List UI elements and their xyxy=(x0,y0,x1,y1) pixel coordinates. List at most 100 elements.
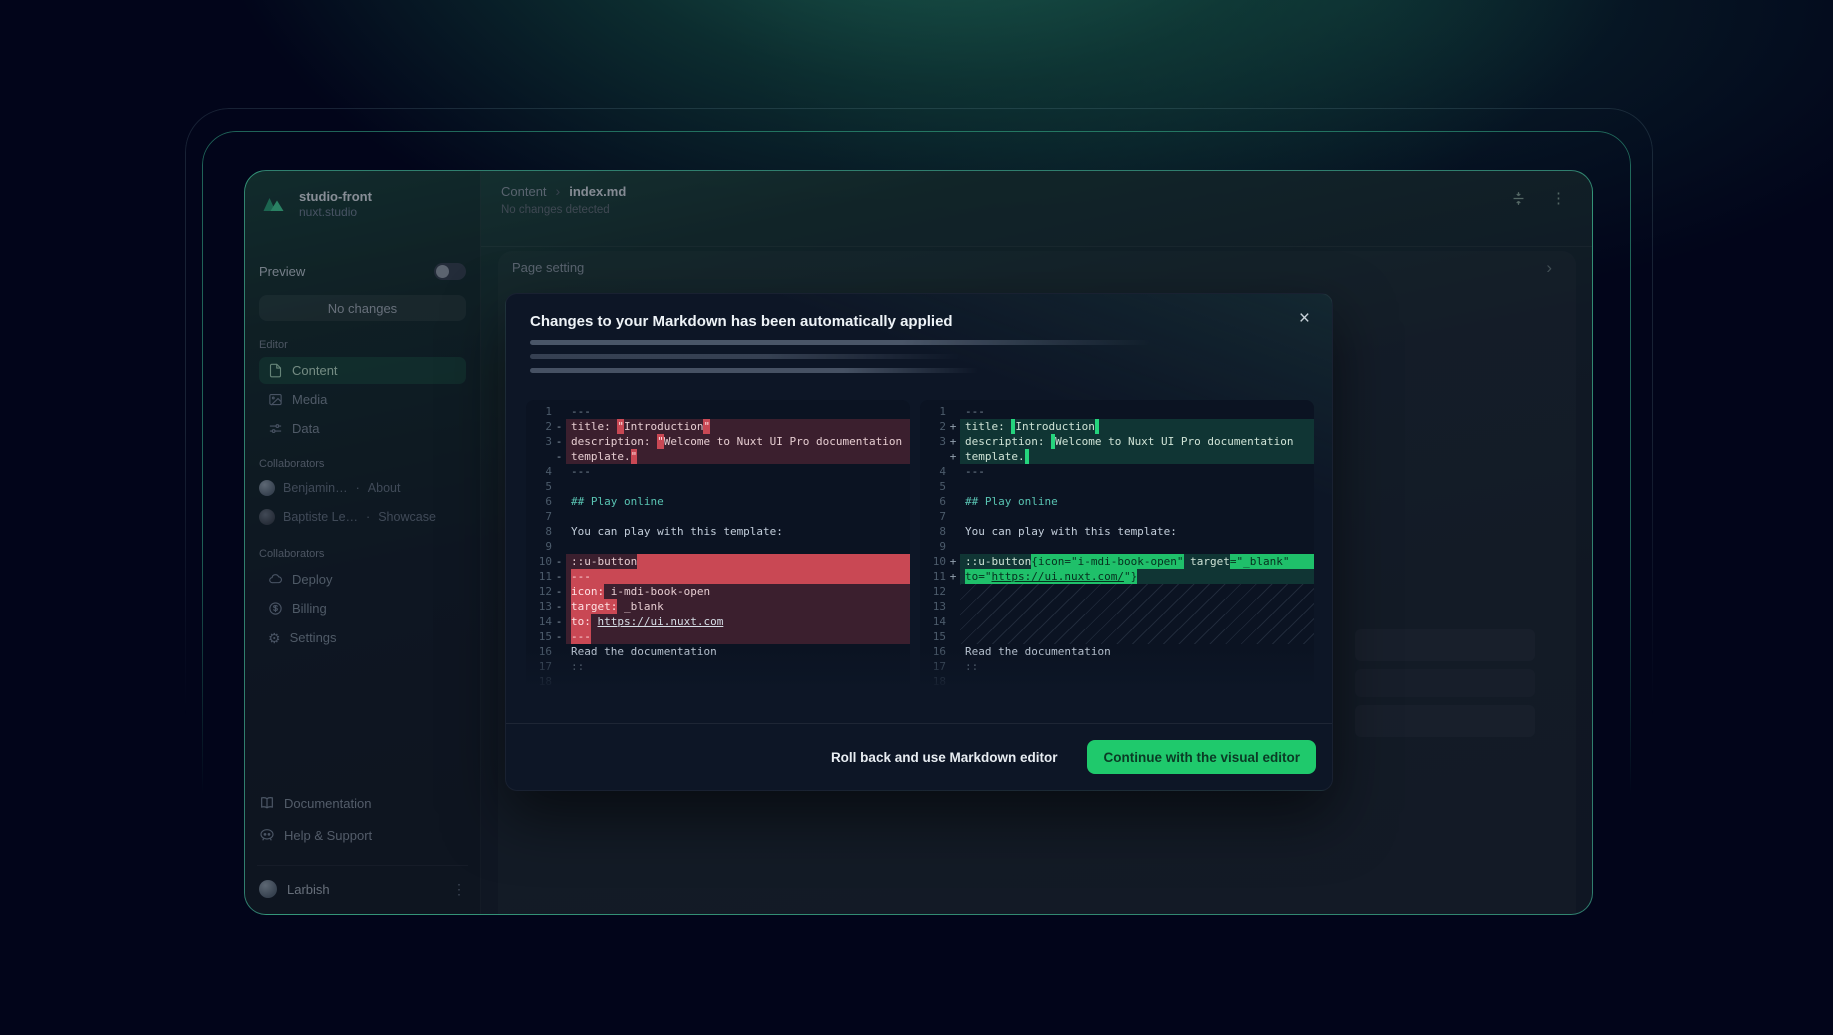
line-number: 8 xyxy=(920,524,946,539)
diff-row: 4 --- xyxy=(920,464,1314,479)
line-number: 3 xyxy=(920,434,946,449)
code-line: template." xyxy=(566,449,910,464)
code-token: title: xyxy=(965,419,1011,434)
user-name: Larbish xyxy=(287,882,330,897)
code-token-hld: " xyxy=(631,449,638,464)
cloud-icon xyxy=(268,572,283,587)
code-line: There are already many website based on … xyxy=(566,689,910,694)
diff-marker: - xyxy=(552,449,566,464)
sidebar-item-content[interactable]: Content xyxy=(259,357,466,384)
diff-marker xyxy=(946,599,960,614)
diff-pane-added[interactable]: 1---2+title: Introduction3+description: … xyxy=(920,400,1314,694)
code-token-filla xyxy=(1290,554,1314,569)
code-line xyxy=(960,539,1314,554)
diff-row: 5 xyxy=(920,479,1314,494)
sidebar-item-label: Data xyxy=(292,421,319,436)
kebab-menu-icon[interactable]: ⋮ xyxy=(1551,189,1566,207)
header-actions: ⋮ xyxy=(1510,189,1566,207)
diff-row: 18 xyxy=(526,674,910,689)
sidebar-item-label: Media xyxy=(292,392,327,407)
project-domain: nuxt.studio xyxy=(299,205,372,220)
sidebar-item-documentation[interactable]: Documentation xyxy=(259,791,466,815)
line-number: 4 xyxy=(920,464,946,479)
sidebar-item-data[interactable]: Data xyxy=(259,415,466,442)
status-text: No changes detected xyxy=(501,204,610,216)
code-token-hld: " xyxy=(657,434,664,449)
project-name: studio-front xyxy=(299,189,372,205)
code-line: to="https://ui.nuxt.com/"} xyxy=(960,569,1314,584)
line-number: 15 xyxy=(526,629,552,644)
collapse-panel-icon[interactable] xyxy=(1510,190,1527,207)
code-line: --- xyxy=(960,404,1314,419)
code-line: You can play with this template: xyxy=(566,524,910,539)
diff-marker xyxy=(946,509,960,524)
line-number: 3 xyxy=(526,434,552,449)
diff-row: 6## Play online xyxy=(526,494,910,509)
code-line: :: xyxy=(960,659,1314,674)
diff-row: -template." xyxy=(526,449,910,464)
code-line xyxy=(960,674,1314,689)
code-token-hla: "} xyxy=(1124,569,1137,584)
modal-title: Changes to your Markdown has been automa… xyxy=(530,313,953,330)
diff-row: 13 xyxy=(920,599,1314,614)
collaborator-row[interactable]: Baptiste Le… · Showcase xyxy=(259,505,466,529)
code-token-hld: icon: xyxy=(571,584,604,599)
diff-row: 2+title: Introduction xyxy=(920,419,1314,434)
code-token-filld xyxy=(637,554,910,569)
diff-marker xyxy=(552,479,566,494)
diff-marker xyxy=(946,674,960,689)
code-token-dim: :: xyxy=(965,659,978,674)
diff-row: 9 xyxy=(526,539,910,554)
sidebar: studio-front nuxt.studio Preview No chan… xyxy=(245,171,481,914)
code-token-dim: --- xyxy=(965,464,985,479)
chevron-right-icon[interactable]: › xyxy=(1546,258,1552,278)
diff-marker xyxy=(946,644,960,659)
breadcrumb-section[interactable]: Content xyxy=(501,184,547,199)
diff-row: 3-description: "Welcome to Nuxt UI Pro d… xyxy=(526,434,910,449)
line-number: 11 xyxy=(920,569,946,584)
code-token: ::u-button xyxy=(965,554,1031,569)
diff-row: 14 xyxy=(920,614,1314,629)
sidebar-item-label: Deploy xyxy=(292,572,332,587)
close-icon[interactable]: × xyxy=(1299,308,1310,330)
user-menu[interactable]: Larbish ⋮ xyxy=(259,876,466,902)
code-token: ::u-button xyxy=(571,554,637,569)
project-header[interactable]: studio-front nuxt.studio xyxy=(259,187,466,221)
continue-button[interactable]: Continue with the visual editor xyxy=(1087,740,1316,774)
line-number: 17 xyxy=(526,659,552,674)
diff-row: 8 You can play with this template: xyxy=(526,524,910,539)
nuxt-studio-logo-icon xyxy=(259,189,289,219)
code-token: Read the documentation xyxy=(965,644,1111,659)
kebab-icon[interactable]: ⋮ xyxy=(452,881,466,898)
code-token xyxy=(591,614,598,629)
diff-row: 19There are already many website based o… xyxy=(920,689,1314,694)
diff-marker xyxy=(946,524,960,539)
code-token-dim: --- xyxy=(965,404,985,419)
diff-row: 9 xyxy=(920,539,1314,554)
sidebar-item-help-support[interactable]: Help & Support xyxy=(259,823,466,847)
collaborator-row[interactable]: Benjamin… · About xyxy=(259,476,466,500)
preview-toggle[interactable] xyxy=(434,263,466,280)
rollback-button[interactable]: Roll back and use Markdown editor xyxy=(831,750,1058,765)
line-number: 8 xyxy=(526,524,552,539)
diff-marker: + xyxy=(946,419,960,434)
sidebar-item-deploy[interactable]: Deploy xyxy=(259,566,466,593)
sidebar-item-media[interactable]: Media xyxy=(259,386,466,413)
code-line xyxy=(960,584,1314,599)
code-line: ## Play online xyxy=(960,494,1314,509)
diff-row: 10-::u-button xyxy=(526,554,910,569)
sidebar-item-billing[interactable]: Billing xyxy=(259,595,466,622)
diff-marker: - xyxy=(552,569,566,584)
code-line: description: Welcome to Nuxt UI Pro docu… xyxy=(960,434,1314,449)
collaborator-page: About xyxy=(368,481,401,495)
diff-row: 13-target: _blank xyxy=(526,599,910,614)
diff-pane-removed[interactable]: 1---2-title: "Introduction"3-description… xyxy=(526,400,910,694)
page-background: studio-front nuxt.studio Preview No chan… xyxy=(0,0,1833,1035)
diff-row: 6## Play online xyxy=(920,494,1314,509)
dot-separator: · xyxy=(366,510,370,524)
diff-marker: + xyxy=(946,434,960,449)
sidebar-item-settings[interactable]: ⚙ Settings xyxy=(259,624,466,651)
diff-row: 15 xyxy=(920,629,1314,644)
no-changes-button[interactable]: No changes xyxy=(259,295,466,321)
breadcrumb-file[interactable]: index.md xyxy=(569,184,626,199)
